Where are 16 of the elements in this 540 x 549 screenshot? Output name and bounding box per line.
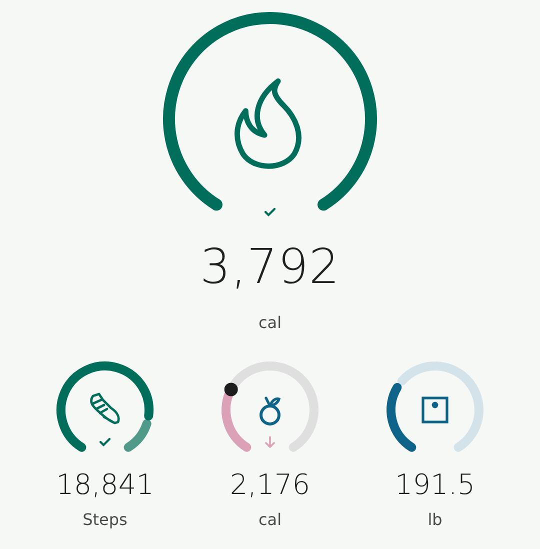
calorie-value: 3,792 xyxy=(200,238,340,296)
check-icon xyxy=(264,208,276,217)
scale-icon xyxy=(422,396,448,424)
unit-label: lb xyxy=(428,509,442,531)
unit-label: cal xyxy=(258,509,282,531)
unit-label: Steps xyxy=(82,509,128,531)
metric-value: 191.5 xyxy=(394,467,476,503)
fruit-icon xyxy=(260,396,280,426)
metric-value: 2,176 xyxy=(230,467,310,503)
check-icon xyxy=(99,438,111,447)
flame-icon xyxy=(234,78,302,169)
down-arrow-icon xyxy=(265,436,275,448)
unit-label: cal xyxy=(258,312,282,334)
gauge-track xyxy=(124,419,152,452)
gauge-marker xyxy=(224,382,238,396)
metric-value: 18,841 xyxy=(56,467,154,503)
